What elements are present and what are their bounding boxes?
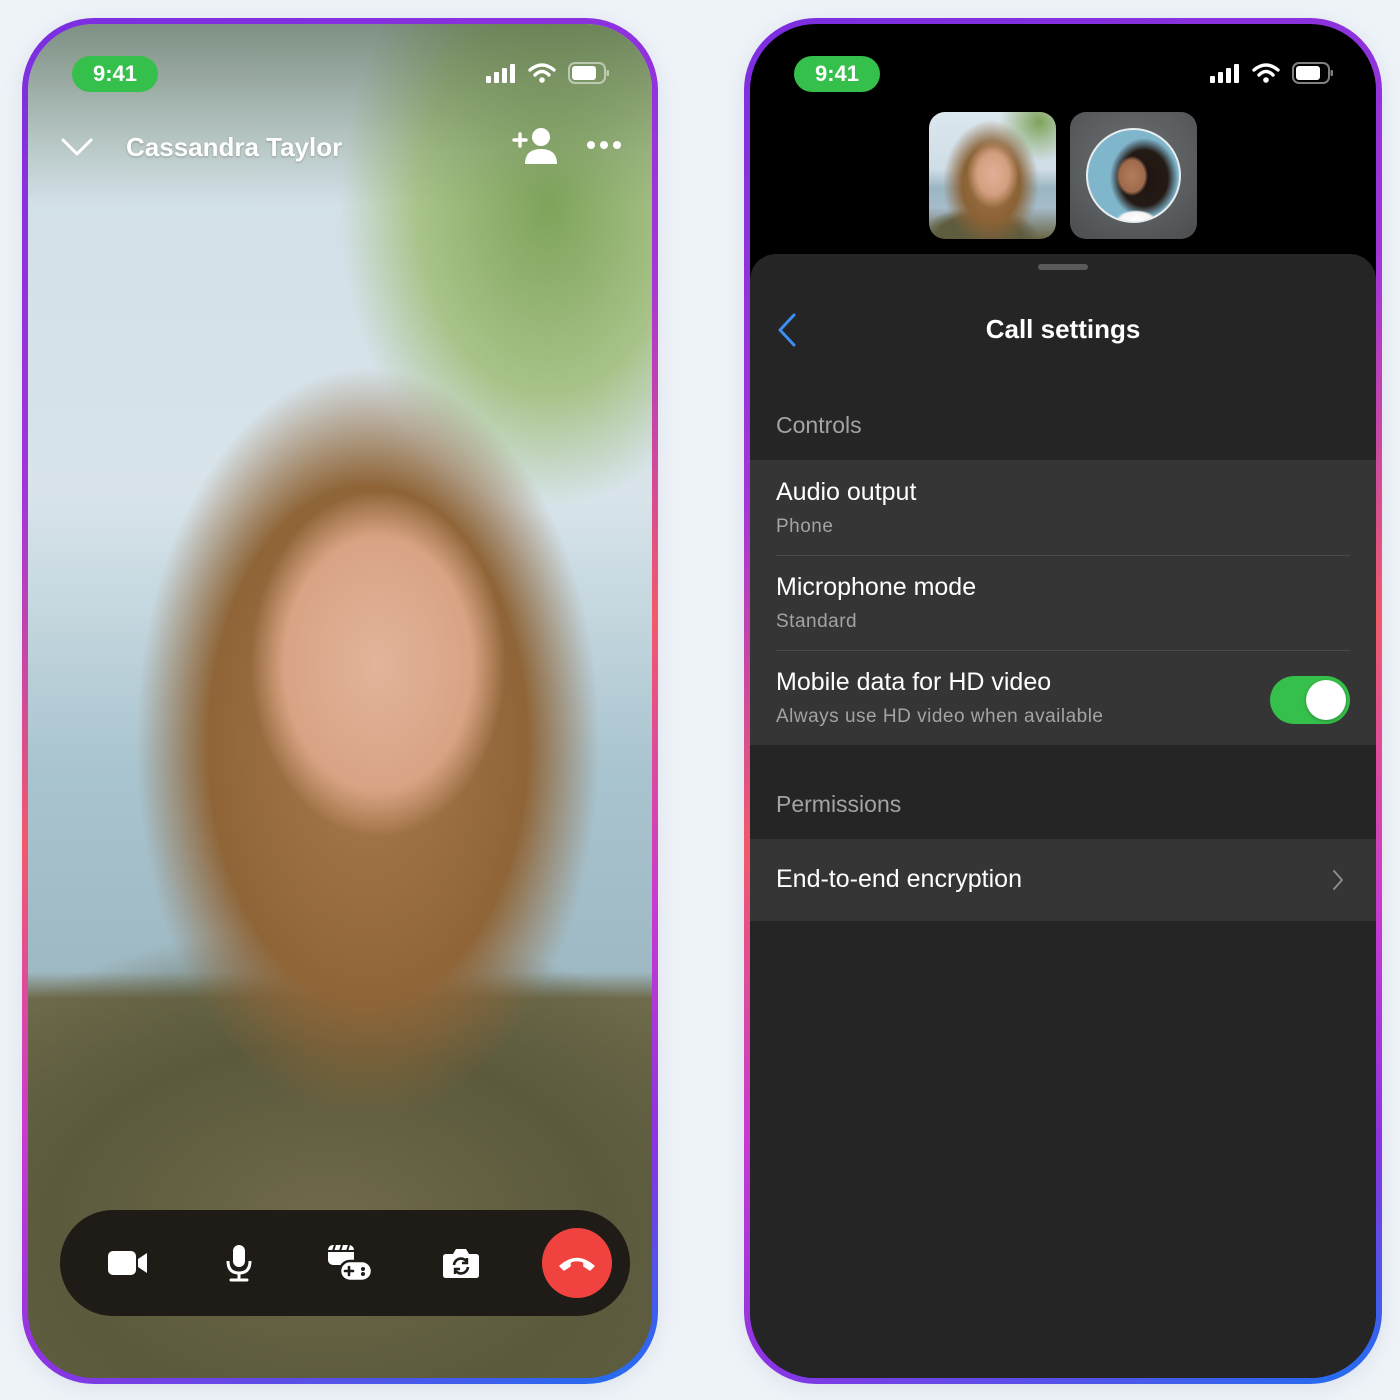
more-options-button[interactable] xyxy=(586,138,622,156)
microphone-icon xyxy=(226,1245,252,1282)
participant-thumbnails xyxy=(750,112,1376,239)
signal-icon xyxy=(486,64,515,83)
status-icons xyxy=(486,62,610,84)
chevron-right-icon xyxy=(1333,870,1343,890)
collapse-call-button[interactable] xyxy=(60,134,94,163)
microphone-mode-row[interactable]: Microphone mode Standard xyxy=(750,555,1376,650)
controls-group: Audio output Phone Microphone mode Stand… xyxy=(750,460,1376,745)
call-screen: 9:41 Cassandra Taylor xyxy=(28,24,652,1378)
section-label-controls: Controls xyxy=(776,412,862,438)
flip-camera-icon xyxy=(443,1249,479,1278)
more-horizontal-icon xyxy=(587,141,621,149)
row-value: Phone xyxy=(776,516,834,537)
video-top-shade xyxy=(28,24,652,204)
call-header: Cassandra Taylor xyxy=(28,124,652,174)
page-title: Call settings xyxy=(985,314,1141,344)
call-settings-sheet: Call settings Controls Audio output Phon… xyxy=(750,254,1376,1378)
row-title: End-to-end encryption xyxy=(776,865,1022,893)
toggle-knob xyxy=(1306,680,1346,720)
wifi-icon xyxy=(1252,63,1280,83)
microphone-toggle-button[interactable] xyxy=(209,1233,269,1293)
caller-name: Cassandra Taylor xyxy=(126,132,343,162)
self-video-thumbnail[interactable] xyxy=(929,112,1056,239)
effects-gamepad-icon xyxy=(328,1244,374,1283)
flip-camera-button[interactable] xyxy=(431,1233,491,1293)
wifi-icon xyxy=(528,63,556,83)
settings-screen: 9:41 Call settings Controls Audio output… xyxy=(750,24,1376,1378)
row-title: Audio output xyxy=(776,478,917,506)
signal-icon xyxy=(1210,64,1239,83)
row-title: Microphone mode xyxy=(776,573,977,601)
effects-button[interactable] xyxy=(320,1233,380,1293)
status-bar: 9:41 xyxy=(28,54,652,94)
chevron-right-wrapper xyxy=(1332,869,1344,896)
add-person-icon xyxy=(512,128,557,164)
row-description: Always use HD video when available xyxy=(776,706,1104,727)
row-title: Mobile data for HD video xyxy=(776,668,1052,696)
video-camera-icon xyxy=(108,1251,147,1275)
row-value: Standard xyxy=(776,611,858,632)
participant-avatar-thumbnail[interactable] xyxy=(1070,112,1197,239)
sheet-grabber[interactable] xyxy=(1038,264,1088,270)
call-phone-frame: 9:41 Cassandra Taylor xyxy=(22,18,658,1384)
hang-up-icon xyxy=(559,1257,595,1271)
end-call-button[interactable] xyxy=(542,1228,612,1298)
add-participant-button[interactable] xyxy=(512,126,560,171)
hd-video-toggle[interactable] xyxy=(1270,676,1350,724)
camera-toggle-button[interactable] xyxy=(98,1233,158,1293)
settings-phone-frame: 9:41 Call settings Controls Audio output… xyxy=(744,18,1382,1384)
status-time: 9:41 xyxy=(72,56,158,92)
audio-output-row[interactable]: Audio output Phone xyxy=(750,460,1376,555)
avatar xyxy=(1086,128,1181,223)
section-label-permissions: Permissions xyxy=(776,791,902,817)
sheet-header: Call settings xyxy=(750,302,1376,362)
battery-icon xyxy=(1292,62,1333,84)
status-bar: 9:41 xyxy=(750,54,1376,94)
call-controls-bar xyxy=(60,1210,630,1316)
status-time: 9:41 xyxy=(794,56,880,92)
hd-video-row: Mobile data for HD video Always use HD v… xyxy=(750,650,1376,745)
battery-icon xyxy=(568,62,609,84)
permissions-group: End-to-end encryption xyxy=(750,839,1376,921)
chevron-down-icon xyxy=(61,138,93,156)
status-icons xyxy=(1210,62,1334,84)
encryption-row[interactable]: End-to-end encryption xyxy=(750,839,1376,921)
remote-video-feed xyxy=(28,24,652,1378)
